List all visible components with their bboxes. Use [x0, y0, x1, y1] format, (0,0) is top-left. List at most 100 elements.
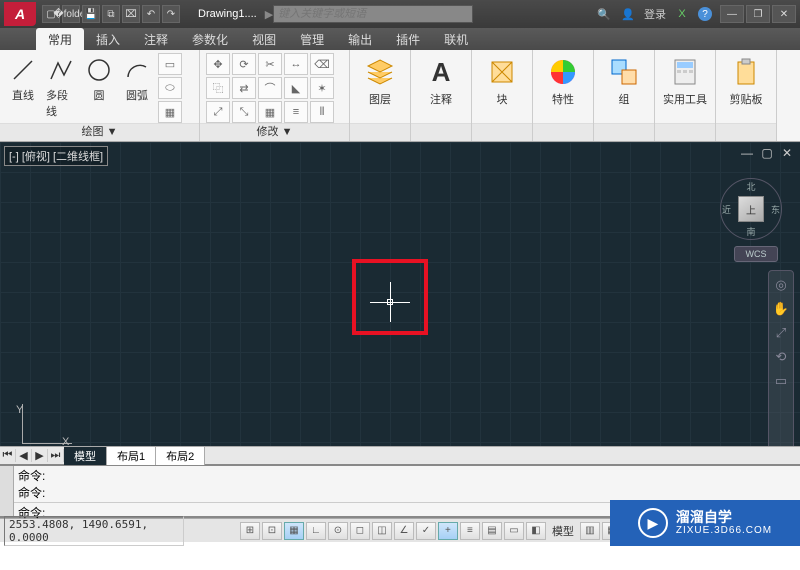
viewport-maximize-icon[interactable]: ▢	[760, 146, 774, 160]
viewport-minimize-icon[interactable]: —	[740, 146, 754, 160]
tab-next-icon[interactable]: ▶	[32, 449, 48, 462]
undo-icon[interactable]: ↶	[142, 5, 160, 23]
group-button[interactable]: 组	[600, 53, 648, 109]
polyline-icon	[46, 55, 76, 85]
stretch-icon[interactable]: ⤢	[206, 101, 230, 123]
infer-constraints-icon[interactable]: ⊞	[240, 522, 260, 540]
line-button[interactable]: 直线	[6, 53, 40, 105]
explode-icon[interactable]: ✶	[310, 77, 334, 99]
tab-insert[interactable]: 插入	[84, 28, 132, 50]
pan-icon[interactable]: ✋	[772, 301, 790, 319]
quick-properties-icon[interactable]: ▭	[504, 522, 524, 540]
layout-tab-layout2[interactable]: 布局2	[156, 447, 205, 465]
object-snap-icon[interactable]: ◻	[350, 522, 370, 540]
array-icon[interactable]: ▦	[258, 101, 282, 123]
tab-first-icon[interactable]: ⏮	[0, 449, 16, 462]
tab-annotate[interactable]: 注释	[132, 28, 180, 50]
lineweight-icon[interactable]: ≡	[460, 522, 480, 540]
panel-draw: 直线 多段线 圆 圆弧 ▭ ⬭ ▦ 绘图 ▼	[0, 50, 200, 141]
rectangle-icon[interactable]: ▭	[158, 53, 182, 75]
redo-icon[interactable]: ↷	[162, 5, 180, 23]
saveas-icon[interactable]: ⧉	[102, 5, 120, 23]
layout-tabs: ⏮ ◀ ▶ ⏭ 模型 布局1 布局2	[0, 446, 800, 464]
tab-parametric[interactable]: 参数化	[180, 28, 240, 50]
command-handle[interactable]	[0, 466, 14, 516]
viewport-label[interactable]: [-] [俯视] [二维线框]	[4, 146, 108, 166]
arc-button[interactable]: 圆弧	[120, 53, 154, 105]
search-input[interactable]	[273, 5, 473, 23]
tab-view[interactable]: 视图	[240, 28, 288, 50]
showmotion-icon[interactable]: ▭	[772, 373, 790, 391]
erase-icon[interactable]: ⌫	[310, 53, 334, 75]
copy-icon[interactable]: ⿻	[206, 77, 230, 99]
tab-online[interactable]: 联机	[432, 28, 480, 50]
circle-icon	[84, 55, 114, 85]
dynamic-input-icon[interactable]: +	[438, 522, 458, 540]
object-snap-tracking-icon[interactable]: ∠	[394, 522, 414, 540]
move-icon[interactable]: ✥	[206, 53, 230, 75]
align-icon[interactable]: ⫴	[310, 101, 334, 123]
help-icon[interactable]: ?	[698, 7, 712, 21]
layout-tab-layout1[interactable]: 布局1	[107, 447, 156, 465]
text-button[interactable]: A注释	[417, 53, 465, 109]
circle-button[interactable]: 圆	[82, 53, 116, 105]
close-button[interactable]: ✕	[772, 5, 796, 23]
scale-icon[interactable]: ⤡	[232, 101, 256, 123]
restore-button[interactable]: ❐	[746, 5, 770, 23]
selection-cycling-icon[interactable]: ◧	[526, 522, 546, 540]
search-arrow-icon: ▶	[265, 8, 273, 21]
user-icon[interactable]: 👤	[620, 6, 636, 22]
panel-draw-label[interactable]: 绘图 ▼	[0, 123, 199, 141]
snap-mode-icon[interactable]: ⊡	[262, 522, 282, 540]
layout-tab-model[interactable]: 模型	[64, 447, 107, 465]
steering-wheel-icon[interactable]: ◎	[772, 277, 790, 295]
block-button[interactable]: 块	[478, 53, 526, 109]
polar-tracking-icon[interactable]: ⊙	[328, 522, 348, 540]
chamfer-icon[interactable]: ◣	[284, 77, 308, 99]
tab-last-icon[interactable]: ⏭	[48, 449, 64, 462]
tab-manage[interactable]: 管理	[288, 28, 336, 50]
viewcube[interactable]: 北 南 东 近 上	[720, 178, 782, 240]
ellipse-icon[interactable]: ⬭	[158, 77, 182, 99]
ortho-mode-icon[interactable]: ∟	[306, 522, 326, 540]
exchange-icon[interactable]: X	[674, 6, 690, 22]
clipboard-button[interactable]: 剪贴板	[722, 53, 770, 109]
quick-view-layouts-icon[interactable]: ▥	[580, 522, 600, 540]
panel-modify-label[interactable]: 修改 ▼	[200, 123, 349, 141]
polyline-button[interactable]: 多段线	[44, 53, 78, 121]
transparency-icon[interactable]: ▤	[482, 522, 502, 540]
offset-icon[interactable]: ≡	[284, 101, 308, 123]
3d-osnap-icon[interactable]: ◫	[372, 522, 392, 540]
fillet-icon[interactable]: ⌒	[258, 77, 282, 99]
open-icon[interactable]: �folder	[62, 5, 80, 23]
minimize-button[interactable]: —	[720, 5, 744, 23]
tab-prev-icon[interactable]: ◀	[16, 449, 32, 462]
layers-button[interactable]: 图层	[356, 53, 404, 109]
viewcube-face[interactable]: 上	[738, 196, 764, 222]
orbit-icon[interactable]: ⟲	[772, 349, 790, 367]
properties-button[interactable]: 特性	[539, 53, 587, 109]
utilities-button[interactable]: 实用工具	[661, 53, 709, 109]
app-logo[interactable]: A	[4, 2, 36, 26]
viewport-close-icon[interactable]: ✕	[780, 146, 794, 160]
search-icon[interactable]: 🔍	[596, 6, 612, 22]
login-link[interactable]: 登录	[644, 6, 666, 22]
arc-icon	[122, 55, 152, 85]
extend-icon[interactable]: ↔	[284, 53, 308, 75]
hatch-icon[interactable]: ▦	[158, 101, 182, 123]
mirror-icon[interactable]: ⇄	[232, 77, 256, 99]
tab-home[interactable]: 常用	[36, 28, 84, 50]
save-icon[interactable]: 💾	[82, 5, 100, 23]
zoom-extents-icon[interactable]: ⤢	[772, 325, 790, 343]
rotate-icon[interactable]: ⟳	[232, 53, 256, 75]
trim-icon[interactable]: ✂	[258, 53, 282, 75]
drawing-area[interactable]: [-] [俯视] [二维线框] — ▢ ✕ Y X 北 南 东 近 上 WCS …	[0, 142, 800, 464]
tab-plugins[interactable]: 插件	[384, 28, 432, 50]
grid-display-icon[interactable]: ▦	[284, 522, 304, 540]
model-paper-toggle[interactable]: 模型	[548, 523, 578, 539]
wcs-button[interactable]: WCS	[734, 246, 778, 262]
ducs-icon[interactable]: ✓	[416, 522, 436, 540]
tab-output[interactable]: 输出	[336, 28, 384, 50]
coordinates-display[interactable]: 2553.4808, 1490.6591, 0.0000	[4, 516, 184, 546]
plot-icon[interactable]: ⌧	[122, 5, 140, 23]
